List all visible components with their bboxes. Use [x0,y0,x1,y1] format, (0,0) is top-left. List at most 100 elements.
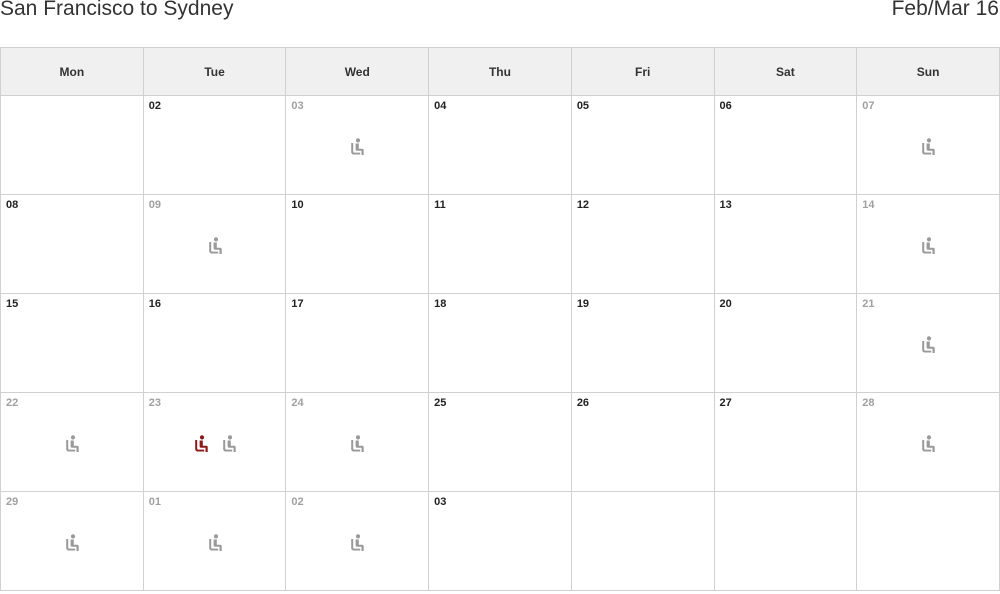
weekday-thu: Thu [428,47,572,96]
day-number: 18 [434,298,447,310]
day-cell[interactable]: 22 [0,392,144,492]
seat-availability [1,534,143,552]
day-cell[interactable]: 07 [856,95,1000,195]
day-number: 02 [291,496,304,508]
day-cell[interactable]: 19 [570,293,715,393]
available-seat-icon[interactable] [349,534,365,552]
weekday-tue: Tue [142,47,287,96]
day-cell[interactable]: 18 [428,293,572,393]
day-number: 04 [434,100,447,112]
available-seat-icon[interactable] [64,435,80,453]
day-number: 15 [6,298,19,310]
day-number: 03 [434,496,447,508]
seat-availability [286,435,428,453]
day-cell[interactable]: 04 [428,95,572,195]
available-seat-icon[interactable] [349,138,365,156]
day-cell [856,491,1000,591]
day-cell[interactable]: 06 [713,95,858,195]
week-row: 15 16 17 18 19 20 21 [0,293,1000,393]
day-cell[interactable]: 03 [285,95,430,195]
available-seat-icon[interactable] [920,336,936,354]
selected-seat-icon[interactable] [193,435,209,453]
day-cell [713,491,858,591]
day-cell[interactable]: 20 [713,293,858,393]
seat-availability [857,435,999,453]
weekday-header-row: Mon Tue Wed Thu Fri Sat Sun [0,47,1000,96]
seat-availability [286,534,428,552]
available-seat-icon[interactable] [349,435,365,453]
day-cell[interactable]: 02 [285,491,430,591]
week-row: 22 23 24 25 26 27 28 [0,392,1000,492]
day-cell[interactable]: 15 [0,293,144,393]
day-cell[interactable]: 29 [0,491,144,591]
day-number: 06 [719,100,732,112]
day-number: 09 [148,199,161,211]
day-number: 11 [434,199,446,211]
day-number: 23 [148,397,161,409]
seat-availability [857,336,999,354]
day-cell[interactable]: 27 [713,392,858,492]
weekday-fri: Fri [570,47,715,96]
day-cell[interactable]: 05 [570,95,715,195]
day-number: 10 [291,199,304,211]
day-number: 13 [719,199,732,211]
weekday-sun: Sun [856,47,1000,96]
day-number: 21 [862,298,875,310]
day-cell[interactable]: 25 [428,392,572,492]
day-cell[interactable]: 02 [142,95,287,195]
month-label: Feb/Mar 16 [891,0,999,20]
weekday-sat: Sat [713,47,858,96]
day-number: 05 [576,100,590,112]
seat-availability [857,138,999,156]
available-seat-icon[interactable] [920,138,936,156]
day-cell[interactable]: 28 [856,392,1000,492]
day-cell[interactable]: 01 [142,491,287,591]
day-cell[interactable]: 12 [570,194,715,294]
seat-availability [286,138,428,156]
seat-availability [144,534,286,552]
day-cell[interactable]: 17 [285,293,430,393]
seat-availability [857,237,999,255]
day-number: 14 [862,199,875,211]
day-number: 28 [862,397,875,409]
day-cell[interactable]: 26 [570,392,715,492]
day-cell[interactable]: 09 [142,194,287,294]
day-cell[interactable]: 21 [856,293,1000,393]
day-cell[interactable]: 13 [713,194,858,294]
available-seat-icon[interactable] [920,435,936,453]
week-row: 02 03 04 05 06 07 [0,95,1000,195]
day-cell[interactable]: 10 [285,194,430,294]
day-number: 03 [291,100,304,112]
day-cell[interactable]: 23 [142,392,287,492]
available-seat-icon[interactable] [920,237,936,255]
day-cell[interactable]: 11 [428,194,572,294]
available-seat-icon[interactable] [221,435,237,453]
week-row: 29 01 02 03 [0,491,1000,591]
day-number: 12 [576,199,590,211]
day-cell[interactable]: 24 [285,392,430,492]
available-seat-icon[interactable] [207,237,223,255]
seat-availability [1,435,143,453]
day-number: 29 [6,496,19,508]
day-number: 25 [434,397,447,409]
day-number: 27 [719,397,732,409]
seat-availability [144,237,286,255]
day-number: 16 [148,298,161,310]
day-number: 26 [576,397,590,409]
day-cell[interactable]: 03 [428,491,572,591]
day-cell[interactable]: 16 [142,293,287,393]
route-title: San Francisco to Sydney [0,0,234,20]
calendar-grid: Mon Tue Wed Thu Fri Sat Sun 02 03 04 05 06 07… [0,47,1000,591]
day-cell [0,95,144,195]
day-number: 17 [291,298,304,310]
weekday-wed: Wed [285,47,430,96]
day-cell[interactable]: 08 [0,194,144,294]
day-number: 08 [6,199,19,211]
available-seat-icon[interactable] [64,534,80,552]
seat-availability [144,435,286,453]
weekday-mon: Mon [0,47,144,96]
day-cell[interactable]: 14 [856,194,1000,294]
available-seat-icon[interactable] [207,534,223,552]
week-row: 08 09 10 11 12 13 14 [0,194,1000,294]
day-number: 22 [6,397,19,409]
